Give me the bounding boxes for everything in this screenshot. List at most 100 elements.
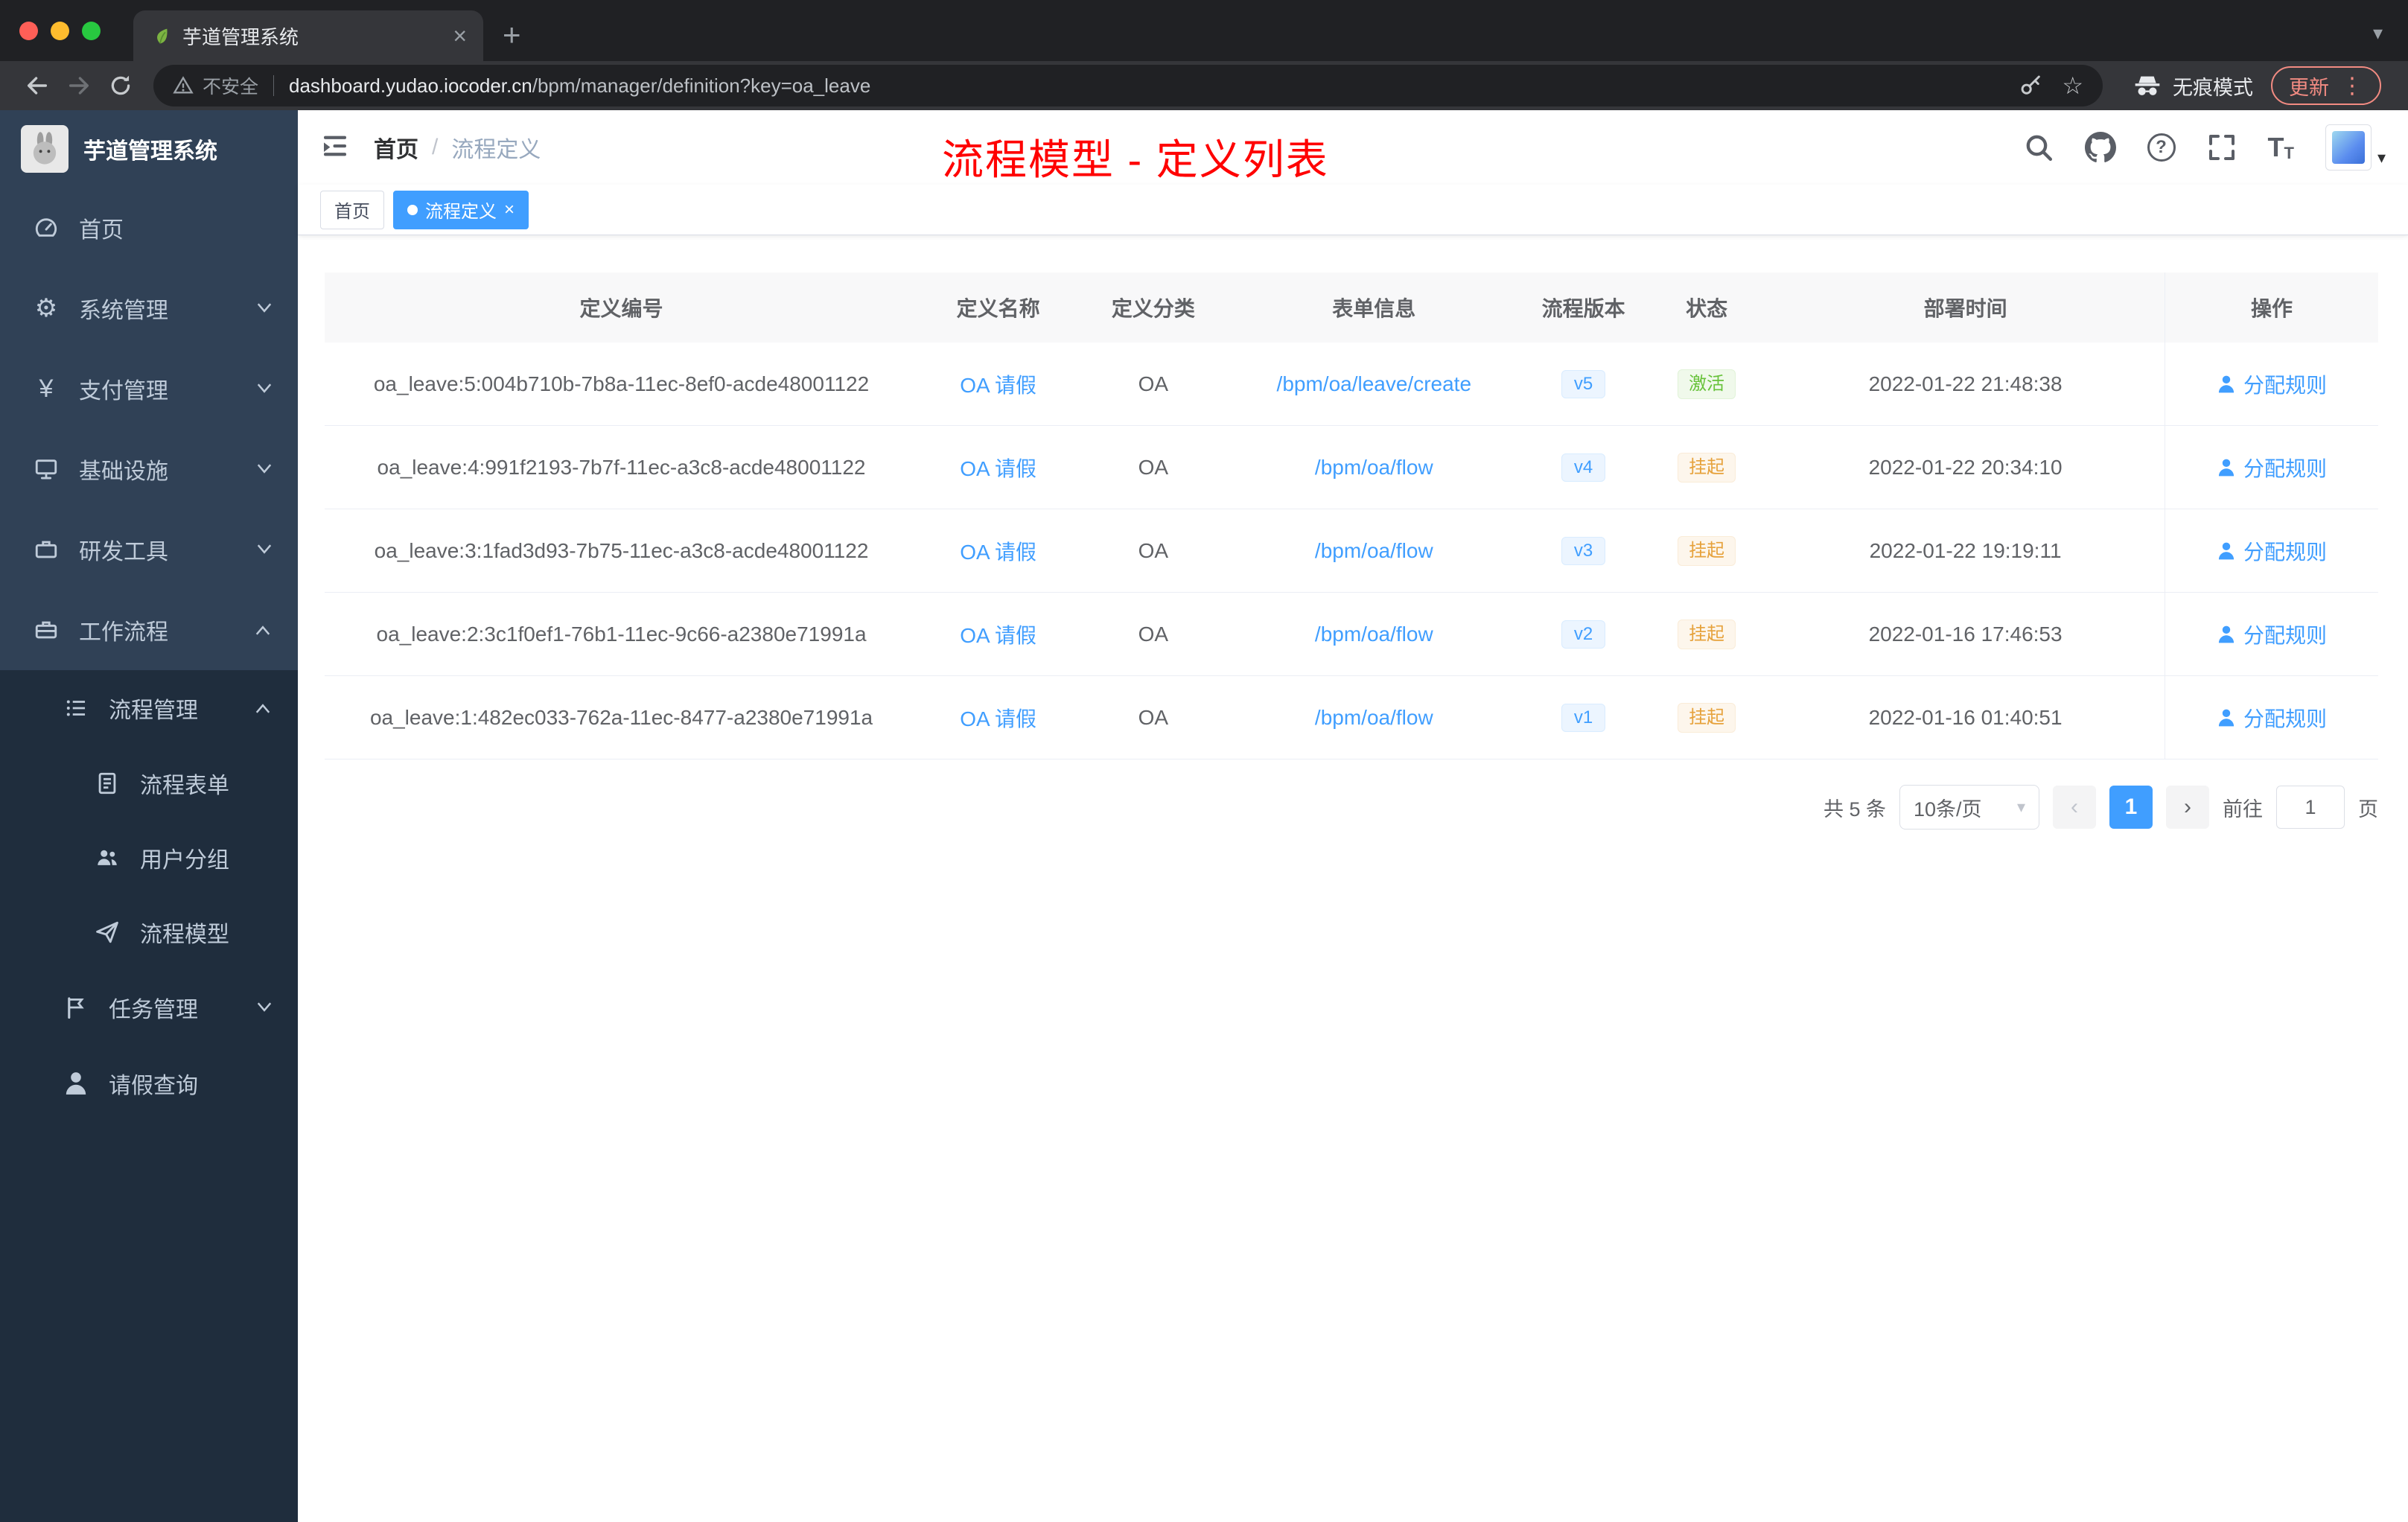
browser-tab[interactable]: 芋道管理系统 × <box>133 10 483 61</box>
help-icon[interactable]: ? <box>2147 133 2176 162</box>
security-label[interactable]: 不安全 <box>203 72 258 99</box>
sidebar-item-system-management[interactable]: ⚙ 系统管理 <box>0 268 298 348</box>
page-size-select[interactable]: 10条/页 ▾ <box>1899 785 2039 830</box>
assign-rule-link[interactable]: 分配规则 <box>2217 703 2327 733</box>
new-tab-button[interactable]: + <box>503 19 521 51</box>
form-info-link[interactable]: /bpm/oa/leave/create <box>1277 372 1472 396</box>
sidebar-item-process-form[interactable]: 流程表单 <box>0 746 298 821</box>
assign-rule-link[interactable]: 分配规则 <box>2217 369 2327 399</box>
close-window-button[interactable] <box>19 21 38 40</box>
breadcrumb-home[interactable]: 首页 <box>374 131 418 164</box>
password-key-icon[interactable] <box>2019 74 2042 98</box>
url-path: /bpm/manager/definition?key=oa_leave <box>532 74 871 97</box>
active-tag-dot <box>407 204 418 215</box>
tag-close-icon[interactable]: × <box>504 200 515 219</box>
definition-name-link[interactable]: OA 请假 <box>960 453 1036 483</box>
yen-icon: ¥ <box>39 375 54 403</box>
tab-title: 芋道管理系统 <box>182 25 299 48</box>
search-icon[interactable] <box>2024 133 2054 162</box>
chevron-up-icon <box>255 621 273 639</box>
form-info-link[interactable]: /bpm/oa/flow <box>1315 706 1433 730</box>
browser-update-button[interactable]: 更新 ⋮ <box>2271 66 2381 105</box>
col-status: 状态 <box>1686 297 1728 320</box>
person-icon <box>2217 708 2236 727</box>
forward-button[interactable] <box>58 65 100 106</box>
main-area: 流程模型 - 定义列表 首页 / 流程定义 ? TT ▾ 首页 流程定义 × 定… <box>298 110 2408 1522</box>
sidebar-item-payment-management[interactable]: ¥ 支付管理 <box>0 348 298 429</box>
definition-id: oa_leave:3:1fad3d93-7b75-11ec-a3c8-acde4… <box>374 538 869 562</box>
tab-search-chevron-icon[interactable]: ▾ <box>2373 22 2383 45</box>
browser-menu-icon[interactable]: ⋮ <box>2341 73 2363 99</box>
bookmark-star-icon[interactable]: ☆ <box>2062 71 2083 100</box>
definition-category: OA <box>1138 455 1169 479</box>
tag-home[interactable]: 首页 <box>320 190 384 229</box>
avatar <box>2325 124 2372 171</box>
version-tag: v2 <box>1561 620 1606 649</box>
person-icon <box>2217 541 2236 561</box>
monitor-icon <box>33 456 60 483</box>
assign-rule-link[interactable]: 分配规则 <box>2217 620 2327 649</box>
definition-name-link[interactable]: OA 请假 <box>960 620 1036 649</box>
person-icon <box>2217 375 2236 394</box>
tag-process-definition[interactable]: 流程定义 × <box>393 190 529 229</box>
reload-button[interactable] <box>100 65 141 106</box>
app-logo[interactable]: 芋道管理系统 <box>0 110 298 188</box>
definition-name-link[interactable]: OA 请假 <box>960 536 1036 566</box>
version-tag: v1 <box>1561 703 1606 732</box>
deploy-time: 2022-01-22 20:34:10 <box>1868 455 2063 479</box>
workflow-submenu: 流程管理 流程表单 用户分组 流程模型 任务管理 请假查询 <box>0 670 298 1522</box>
goto-page-input[interactable] <box>2276 786 2345 829</box>
definition-table: 定义编号 定义名称 定义分类 表单信息 流程版本 状态 部署时间 操作 oa_l… <box>325 273 2378 760</box>
chevron-up-icon <box>255 699 273 717</box>
col-definition-name: 定义名称 <box>956 297 1040 320</box>
form-info-link[interactable]: /bpm/oa/flow <box>1315 456 1433 480</box>
person-icon <box>2217 458 2236 477</box>
breadcrumb: 首页 / 流程定义 <box>374 131 541 164</box>
header-actions: ? TT ▾ <box>2024 124 2386 171</box>
sidebar-item-leave-query[interactable]: 请假查询 <box>0 1045 298 1121</box>
sidebar-item-workflow[interactable]: 工作流程 <box>0 590 298 670</box>
minimize-window-button[interactable] <box>51 21 69 40</box>
definition-id: oa_leave:1:482ec033-762a-11ec-8477-a2380… <box>369 705 873 729</box>
sidebar-item-infrastructure[interactable]: 基础设施 <box>0 429 298 509</box>
tab-close-icon[interactable]: × <box>453 24 467 48</box>
fullscreen-icon[interactable] <box>2207 133 2237 162</box>
url-text[interactable]: dashboard.yudao.iocoder.cn/bpm/manager/d… <box>289 74 2019 98</box>
sidebar-item-process-management[interactable]: 流程管理 <box>0 670 298 746</box>
person-icon <box>63 1070 89 1097</box>
assign-rule-link[interactable]: 分配规则 <box>2217 453 2327 483</box>
definition-name-link[interactable]: OA 请假 <box>960 703 1036 733</box>
chevron-down-icon <box>255 299 273 317</box>
chevron-down-icon: ▾ <box>2016 797 2025 816</box>
next-page-button[interactable]: › <box>2166 786 2209 829</box>
deploy-time: 2022-01-16 17:46:53 <box>1868 622 2063 646</box>
sidebar-item-process-model[interactable]: 流程模型 <box>0 895 298 969</box>
breadcrumb-current: 流程定义 <box>451 138 541 162</box>
sidebar-item-dev-tools[interactable]: 研发工具 <box>0 509 298 590</box>
back-button[interactable] <box>16 65 58 106</box>
page-number-button[interactable]: 1 <box>2109 786 2153 829</box>
people-icon <box>94 844 121 871</box>
definition-name-link[interactable]: OA 请假 <box>960 369 1036 399</box>
prev-page-button[interactable]: ‹ <box>2053 786 2096 829</box>
security-warning-icon <box>173 75 194 96</box>
sidebar-item-user-group[interactable]: 用户分组 <box>0 821 298 895</box>
url-host: dashboard.yudao.iocoder.cn <box>289 74 532 97</box>
assign-rule-link[interactable]: 分配规则 <box>2217 536 2327 566</box>
address-bar[interactable]: 不安全 dashboard.yudao.iocoder.cn/bpm/manag… <box>153 65 2103 106</box>
gear-icon: ⚙ <box>34 294 58 322</box>
github-icon[interactable] <box>2085 132 2116 163</box>
sidebar-item-home[interactable]: 首页 <box>0 188 298 268</box>
pagination: 共 5 条 10条/页 ▾ ‹ 1 › 前往 页 <box>325 785 2378 830</box>
definition-category: OA <box>1138 372 1169 395</box>
form-info-link[interactable]: /bpm/oa/flow <box>1315 539 1433 563</box>
window-controls <box>0 21 120 40</box>
sidebar-item-task-management[interactable]: 任务管理 <box>0 969 298 1045</box>
user-avatar[interactable]: ▾ <box>2325 124 2386 171</box>
sidebar-collapse-icon[interactable] <box>320 131 353 164</box>
tab-favicon <box>150 25 171 46</box>
logo-avatar <box>21 125 69 173</box>
zoom-window-button[interactable] <box>82 21 101 40</box>
form-info-link[interactable]: /bpm/oa/flow <box>1315 623 1433 646</box>
font-size-icon[interactable]: TT <box>2268 132 2294 163</box>
